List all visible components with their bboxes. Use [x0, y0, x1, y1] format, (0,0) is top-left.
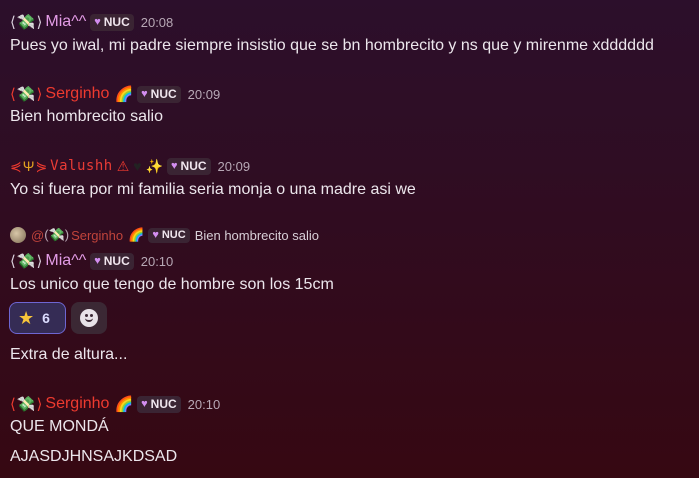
username[interactable]: Valushh	[50, 158, 113, 174]
reply-preview[interactable]: @ (💸) Serginho 🌈 ♥ NUC Bien hombrecito sa…	[10, 226, 319, 244]
clan-tag: ♥ NUC	[148, 227, 190, 243]
heart-icon: ♥	[152, 229, 159, 241]
reply-mention: @	[31, 227, 45, 243]
timestamp[interactable]: 20:10	[141, 254, 174, 269]
message-header: ⟨💸⟩ Serginho 🌈 ♥ NUC 20:09	[10, 84, 220, 104]
black-heart-icon: ♥	[133, 158, 142, 174]
message-text: AJASDJHNSAJKDSAD	[10, 448, 178, 465]
reaction-count: 6	[42, 310, 50, 326]
timestamp[interactable]: 20:09	[188, 87, 221, 102]
message-text: Pues yo iwal, mi padre siempre insistio …	[10, 37, 654, 54]
username-decoration: (💸)	[44, 227, 70, 242]
timestamp[interactable]: 20:09	[218, 159, 251, 174]
reply-username[interactable]: Serginho	[71, 228, 123, 243]
trident-decoration: ⋞Ψ⋟	[10, 157, 49, 174]
username-decoration: ⟨💸⟩	[10, 14, 44, 31]
heart-icon: ♥	[141, 88, 148, 100]
warning-icon: ⚠	[116, 157, 130, 174]
clan-tag[interactable]: ♥ NUC	[90, 252, 134, 270]
rainbow-icon: 🌈	[114, 396, 134, 413]
username-decoration: ⟨💸⟩	[10, 253, 44, 270]
clan-tag[interactable]: ♥ NUC	[167, 157, 211, 175]
username-decoration: ⟨💸⟩	[10, 396, 44, 413]
timestamp[interactable]: 20:10	[188, 397, 221, 412]
message-text: Bien hombrecito salio	[10, 108, 163, 125]
heart-icon: ♥	[94, 255, 101, 267]
reactions-bar: ★ 6	[9, 302, 107, 334]
rainbow-icon: 🌈	[114, 86, 134, 103]
message-header: ⟨💸⟩ Mia^^ ♥ NUC 20:10	[10, 251, 173, 271]
message-text: Extra de altura...	[10, 346, 128, 363]
message-text: Los unico que tengo de hombre son los 15…	[10, 276, 334, 293]
star-icon: ★	[18, 307, 35, 328]
clan-tag[interactable]: ♥ NUC	[90, 13, 134, 31]
reply-text[interactable]: Bien hombrecito salio	[195, 228, 319, 243]
clan-tag[interactable]: ♥ NUC	[137, 85, 181, 103]
rainbow-icon: 🌈	[128, 227, 145, 242]
message-text: Yo si fuera por mi familia seria monja o…	[10, 181, 416, 198]
message-header: ⟨💸⟩ Serginho 🌈 ♥ NUC 20:10	[10, 394, 220, 414]
message-header: ⋞Ψ⋟ Valushh ⚠ ♥ ✨ ♥ NUC 20:09	[10, 156, 250, 176]
message-header: ⟨💸⟩ Mia^^ ♥ NUC 20:08	[10, 12, 173, 32]
add-reaction-button[interactable]	[71, 302, 107, 334]
smiley-icon	[80, 309, 98, 327]
heart-icon: ♥	[94, 16, 101, 28]
username[interactable]: Mia^^	[45, 13, 86, 31]
username[interactable]: Mia^^	[45, 252, 86, 270]
sparkles-icon: ✨	[145, 157, 163, 174]
username[interactable]: Serginho	[45, 395, 109, 413]
clan-tag[interactable]: ♥ NUC	[137, 395, 181, 413]
message-text: QUE MONDÁ	[10, 418, 109, 435]
username[interactable]: Serginho	[45, 85, 109, 103]
avatar[interactable]	[10, 227, 26, 243]
timestamp[interactable]: 20:08	[141, 15, 174, 30]
username-decoration: ⟨💸⟩	[10, 86, 44, 103]
reaction-star[interactable]: ★ 6	[9, 302, 66, 334]
heart-icon: ♥	[171, 160, 178, 172]
heart-icon: ♥	[141, 398, 148, 410]
